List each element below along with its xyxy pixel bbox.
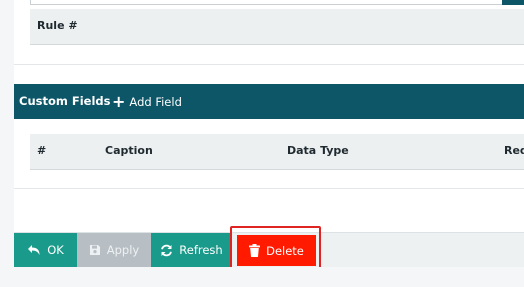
refresh-icon [161, 244, 173, 256]
column-header-number: # [37, 144, 47, 157]
refresh-button[interactable]: Refresh [151, 233, 232, 267]
delete-button[interactable]: Delete [237, 235, 316, 266]
section-divider [14, 188, 524, 189]
save-floppy-icon [89, 245, 100, 255]
section-divider [14, 64, 524, 65]
add-field-button[interactable]: + Add Field [112, 92, 182, 111]
left-gutter [0, 0, 14, 287]
add-field-label: Add Field [129, 94, 182, 109]
apply-button[interactable]: Apply [77, 233, 151, 267]
top-input-button-edge[interactable] [502, 0, 524, 5]
ok-label: OK [47, 243, 64, 257]
trash-icon [249, 244, 261, 257]
custom-fields-table-header: # Caption Data Type Req [30, 134, 524, 170]
column-header-caption: Caption [105, 144, 153, 157]
delete-label: Delete [266, 243, 304, 258]
custom-fields-title: Custom Fields [19, 94, 111, 108]
undo-arrow-icon [28, 245, 40, 255]
column-header-required: Req [504, 144, 524, 157]
rule-table-header: Rule # [30, 9, 524, 45]
apply-label: Apply [106, 243, 140, 257]
plus-icon: + [112, 91, 126, 111]
column-header-data-type: Data Type [287, 144, 349, 157]
top-input-edge[interactable] [30, 0, 504, 5]
refresh-label: Refresh [179, 243, 223, 257]
bottom-strip [14, 267, 524, 287]
ok-button[interactable]: OK [14, 233, 77, 267]
rule-number-column-header: Rule # [37, 19, 78, 32]
custom-fields-header-bar: Custom Fields + Add Field [14, 84, 524, 119]
